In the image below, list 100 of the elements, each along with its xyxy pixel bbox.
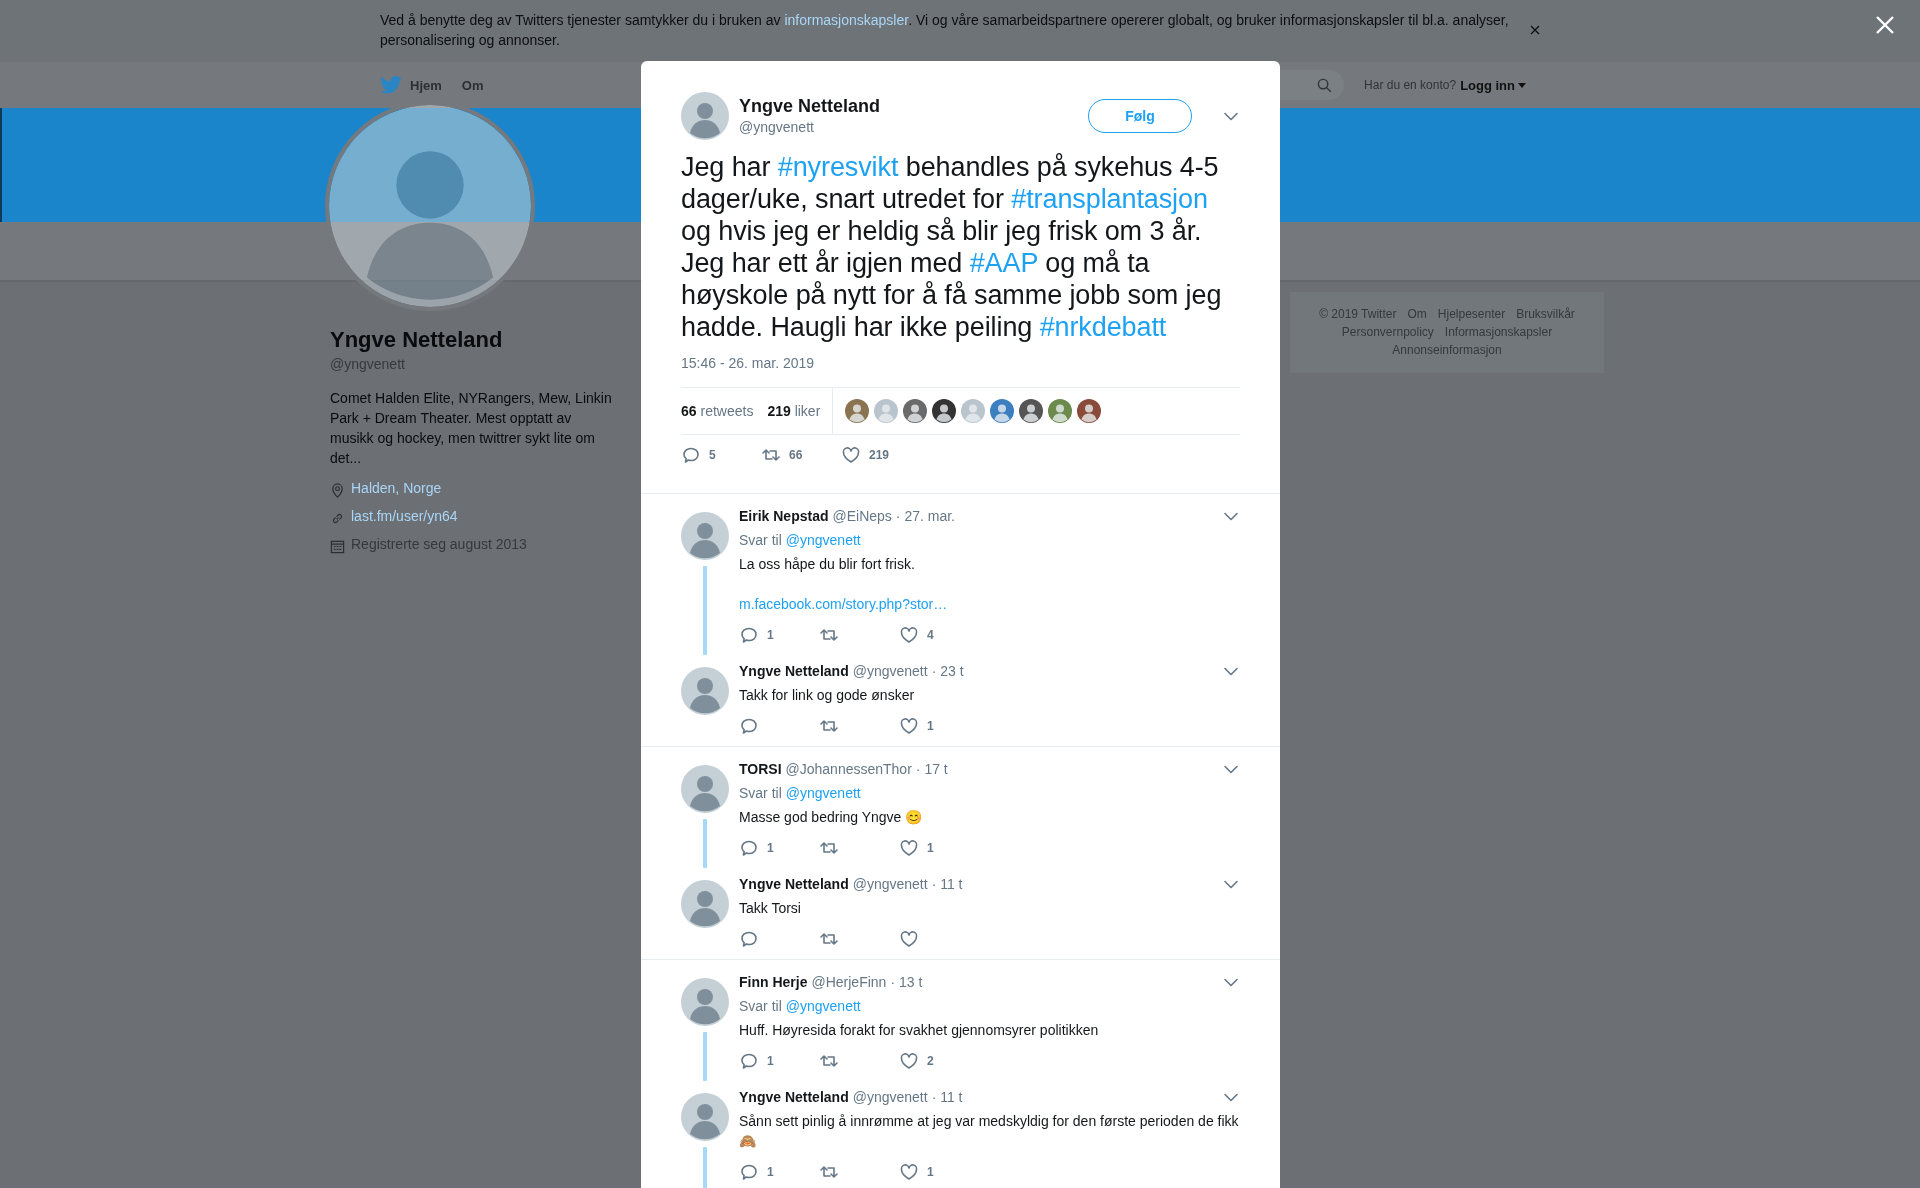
heart-icon[interactable] [899, 625, 919, 645]
profile-bio: Comet Halden Elite, NYRangers, Mew, Linkin Park + Dream Theater. Mest opptatt av musikk og hockey, men twittrer sykt lite om det... [330, 389, 612, 468]
reply-text: Masse god bedring Yngve 😊 [739, 808, 924, 827]
footer-link[interactable]: Om [1407, 307, 1427, 322]
website-link[interactable]: last.fm/user/yn64 [351, 506, 458, 526]
author-handle[interactable]: @HerjeFinn [811, 972, 887, 992]
reply-icon[interactable] [739, 929, 759, 949]
search-icon [1317, 77, 1333, 93]
author-handle[interactable]: @yngvenett [852, 874, 928, 894]
reply-icon[interactable] [739, 1051, 759, 1071]
reply-text: Huff. Høyresida forakt for svakhet gjennomsyrer politikken [739, 1021, 1100, 1040]
avatar[interactable] [932, 399, 957, 423]
action-count: 1 [767, 1165, 774, 1179]
reply-icon[interactable] [681, 445, 701, 465]
profile-handle: @yngvenett [330, 355, 406, 374]
reply-text: La oss håpe du blir fort frisk. [739, 555, 916, 574]
avatar [681, 1093, 729, 1141]
heart-icon[interactable] [899, 929, 919, 949]
footer-link[interactable]: © 2019 Twitter [1319, 307, 1397, 322]
author-name[interactable]: Yngve Netteland [739, 661, 849, 681]
reply-time[interactable]: · 13 t [890, 972, 923, 992]
action-count: 1 [767, 1054, 774, 1068]
footer-link[interactable]: Annonseinformasjon [1392, 343, 1502, 358]
action-count: 66 [789, 448, 803, 462]
avatar[interactable] [1077, 399, 1102, 423]
location-icon [330, 483, 345, 498]
tweet-text: Jeg har #nyresvikt behandles på sykehus 4-5 dager/uke, snart utredet for #transplantasjon og hvis jeg er heldig så blir jeg frisk om 3 år. Jeg har ett år igjen med #AAP og må ta høyskole på nytt for å få samme jobb som jeg hadde. Haugli har ikke peiling #nrkdebatt [681, 151, 1223, 343]
avatar [681, 765, 729, 813]
link-icon [330, 511, 345, 526]
author-handle[interactable]: @yngvenett [852, 661, 928, 681]
login-link[interactable]: Logg inn [1460, 77, 1526, 93]
calendar-icon [330, 539, 345, 554]
nav-link[interactable]: Om [461, 76, 484, 94]
action-count: 1 [767, 628, 774, 642]
author-name[interactable]: TORSI [739, 759, 782, 779]
account-prompt: Har du en konto? [1364, 78, 1457, 92]
action-count: 5 [709, 448, 716, 462]
reply-time[interactable]: · 17 t [915, 759, 948, 779]
url-link[interactable]: m.facebook.com/story.php?stor… [739, 594, 948, 614]
cookie-notice: Ved å benytte deg av Twitters tjenester samtykker du i bruken av informasjonskapsler. Vi og våre samarbeidspartnere opererer globalt, og bruker informasjonskapsler til bl.a. analyser, personalisering og annonser. [380, 11, 1510, 50]
reply-text: Takk for link og gode ønsker [739, 686, 916, 705]
avatar[interactable] [903, 399, 928, 423]
avatar [681, 978, 729, 1026]
action-count: 1 [927, 1165, 934, 1179]
author-handle[interactable]: @yngvenett [739, 117, 1078, 137]
reply-time[interactable]: · 11 t [931, 874, 963, 894]
author-name[interactable]: Yngve Netteland [739, 1087, 849, 1107]
reply-time[interactable]: · 11 t [931, 1087, 963, 1107]
hashtag-link[interactable]: #nyresvikt [777, 152, 899, 182]
profile-name: Yngve Netteland [330, 326, 504, 354]
action-count: 219 [869, 448, 890, 462]
mention-link[interactable]: @yngvenett [785, 996, 861, 1016]
avatar [681, 667, 729, 715]
action-count: 1 [767, 841, 774, 855]
caret-icon [1518, 82, 1526, 88]
reply-icon[interactable] [739, 1162, 759, 1182]
reply-time[interactable]: · 23 t [931, 661, 964, 681]
hashtag-link[interactable]: #nrkdebatt [1039, 312, 1167, 342]
author-name[interactable]: Yngve Netteland [739, 95, 1078, 117]
reply-time[interactable]: · 27. mar. [895, 506, 955, 526]
mention-link[interactable]: @yngvenett [785, 783, 861, 803]
footer-link[interactable]: Hjelpesenter [1437, 307, 1506, 322]
heart-icon[interactable] [899, 1051, 919, 1071]
author-name[interactable]: Yngve Netteland [739, 874, 849, 894]
reply-icon[interactable] [739, 716, 759, 736]
avatar [681, 880, 729, 928]
follow-button[interactable]: Følg [1088, 99, 1192, 133]
heart-icon[interactable] [899, 716, 919, 736]
footer-link[interactable]: Personvernpolicy [1341, 325, 1434, 340]
hashtag-link[interactable]: #transplantasjon [1011, 184, 1208, 214]
action-count: 2 [927, 1054, 934, 1068]
join-date: Registrerte seg august 2013 [351, 535, 527, 554]
action-count: 1 [927, 841, 934, 855]
author-name[interactable]: Finn Herje [739, 972, 808, 992]
author-handle[interactable]: @EiNeps [832, 506, 892, 526]
mention-link[interactable]: @yngvenett [785, 530, 861, 550]
avatar[interactable] [1019, 399, 1044, 423]
hashtag-link[interactable]: #AAP [969, 248, 1038, 278]
reply-icon[interactable] [739, 625, 759, 645]
bird-icon [380, 76, 402, 94]
nav-link[interactable]: Hjem [380, 76, 442, 94]
close-icon[interactable] [1530, 25, 1540, 35]
author-handle[interactable]: @JohannessenThor [785, 759, 912, 779]
avatar [681, 512, 729, 560]
footer-link[interactable]: Bruksvilkår [1516, 307, 1575, 322]
reply-icon[interactable] [739, 838, 759, 858]
heart-icon[interactable] [899, 838, 919, 858]
location-link[interactable]: Halden, Norge [351, 478, 442, 498]
stat-link[interactable]: 66 retweets [681, 403, 754, 419]
cookie-link[interactable]: informasjonskapsler [784, 12, 909, 28]
author-handle[interactable]: @yngvenett [852, 1087, 928, 1107]
heart-icon[interactable] [899, 1162, 919, 1182]
reply-text: Takk Torsi [739, 899, 802, 918]
reply-to-label: Svar til [739, 531, 782, 550]
avatar [681, 92, 729, 140]
author-name[interactable]: Eirik Nepstad [739, 506, 829, 526]
heart-icon[interactable] [841, 445, 861, 465]
action-count: 4 [927, 628, 934, 642]
footer-link[interactable]: Informasjonskapsler [1444, 325, 1553, 340]
stat-link[interactable]: 219 liker [767, 403, 821, 419]
